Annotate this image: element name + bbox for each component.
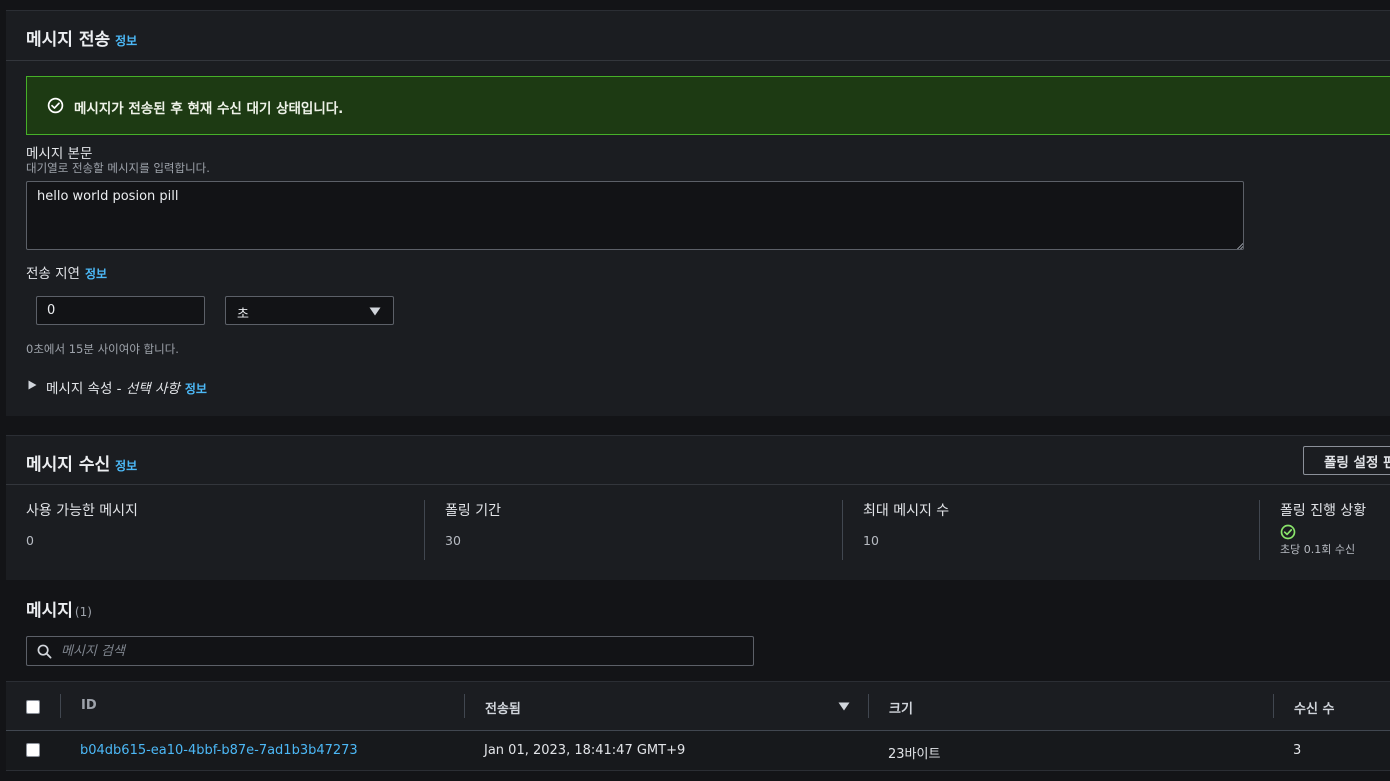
column-header-sent[interactable]: 전송됨 <box>485 698 521 717</box>
receive-panel-header: 메시지 수신 정보 폴링 설정 편 <box>6 436 1390 485</box>
row-checkbox[interactable] <box>26 743 40 757</box>
stat-polling-progress: 폴링 진행 상황 초당 0.1회 수신 <box>1280 500 1366 562</box>
send-panel-title-text: 메시지 전송 <box>26 30 111 50</box>
attributes-info-link[interactable]: 정보 <box>185 382 207 396</box>
stat-polling-duration: 폴링 기간 30 <box>445 500 501 562</box>
delivery-delay-label-text: 전송 지연 <box>26 266 80 282</box>
caret-down-icon <box>369 307 381 316</box>
column-divider <box>60 694 61 718</box>
poll-settings-button[interactable]: 폴링 설정 편 <box>1303 446 1390 475</box>
stat-label: 폴링 기간 <box>445 503 501 519</box>
message-receive-count: 3 <box>1293 743 1302 758</box>
message-search-input[interactable] <box>61 637 741 665</box>
stat-label: 최대 메시지 수 <box>863 503 950 519</box>
poll-rate-note: 초당 0.1회 수신 <box>1280 543 1356 556</box>
stat-divider <box>1259 500 1260 560</box>
delay-unit-select[interactable]: 초 <box>225 296 394 325</box>
messages-count: (1) <box>74 605 92 619</box>
receive-panel-title-text: 메시지 수신 <box>26 455 111 475</box>
message-sent-time: Jan 01, 2023, 18:41:47 GMT+9 <box>484 743 686 758</box>
send-panel-header: 메시지 전송 정보 <box>6 11 1390 61</box>
delay-unit-value: 초 <box>237 307 249 322</box>
column-divider <box>868 694 869 718</box>
textarea-resize-handle[interactable] <box>1236 242 1243 249</box>
stat-maximum-messages: 최대 메시지 수 10 <box>863 500 949 562</box>
messages-title: 메시지 (1) <box>26 596 92 621</box>
search-icon <box>37 644 52 659</box>
message-size: 23바이트 <box>888 747 941 762</box>
check-circle-icon <box>47 97 64 114</box>
flash-message: 메시지가 전송된 후 현재 수신 대기 상태입니다. <box>74 101 344 117</box>
sqs-send-receive-page: 메시지 전송 정보 메시지가 전송된 후 현재 수신 대기 상태입니다. 메시지 … <box>0 0 1390 781</box>
receive-info-link[interactable]: 정보 <box>115 459 137 473</box>
message-attributes-label: 메시지 속성 - 선택 사항 정보 <box>46 377 207 397</box>
stat-divider <box>424 500 425 560</box>
send-info-link[interactable]: 정보 <box>115 34 137 48</box>
message-body-description: 대기열로 전송할 메시지를 입력합니다. <box>26 161 210 175</box>
send-panel-title: 메시지 전송 정보 <box>26 25 137 50</box>
sort-descending-icon[interactable] <box>838 702 850 711</box>
stat-label: 폴링 진행 상황 <box>1280 503 1367 519</box>
column-divider <box>464 694 465 718</box>
delay-constraint-hint: 0초에서 15분 사이여야 합니다. <box>26 342 179 356</box>
delivery-delay-label: 전송 지연 정보 <box>26 262 107 282</box>
column-header-receive-count[interactable]: 수신 수 <box>1294 698 1334 717</box>
messages-title-text: 메시지 <box>26 601 73 621</box>
caret-right-icon <box>28 380 37 390</box>
send-message-panel: 메시지 전송 정보 메시지가 전송된 후 현재 수신 대기 상태입니다. 메시지 … <box>6 10 1390 416</box>
delivery-delay-input[interactable] <box>36 296 205 325</box>
message-body-label: 메시지 본문 <box>26 146 93 162</box>
stat-divider <box>842 500 843 560</box>
select-all-checkbox[interactable] <box>26 700 40 714</box>
message-id-link[interactable]: b04db615-ea10-4bbf-b87e-7ad1b3b47273 <box>80 743 358 758</box>
message-search-box[interactable] <box>26 636 754 666</box>
messages-table-header: ID 전송됨 크기 수신 수 <box>6 681 1390 731</box>
message-body-textarea[interactable]: hello world posion pill <box>26 181 1244 250</box>
column-header-id[interactable]: ID <box>81 698 97 713</box>
stat-label: 사용 가능한 메시지 <box>26 503 138 519</box>
success-flash-banner: 메시지가 전송된 후 현재 수신 대기 상태입니다. <box>26 76 1390 135</box>
receive-panel-title: 메시지 수신 정보 <box>26 450 137 475</box>
stat-value: 10 <box>863 533 879 548</box>
stat-value: 30 <box>445 533 461 548</box>
receive-messages-panel: 메시지 수신 정보 폴링 설정 편 사용 가능한 메시지 0 폴링 기간 30 최… <box>6 435 1390 580</box>
stat-available-messages: 사용 가능한 메시지 0 <box>26 500 138 562</box>
attributes-label-text: 메시지 속성 - <box>46 381 126 397</box>
column-divider <box>1273 694 1274 718</box>
delay-info-link[interactable]: 정보 <box>85 267 107 281</box>
attributes-optional-text: 선택 사항 <box>125 381 180 397</box>
stat-value: 0 <box>26 533 34 548</box>
column-header-size[interactable]: 크기 <box>889 698 913 717</box>
check-circle-icon <box>1280 524 1296 540</box>
table-row[interactable]: b04db615-ea10-4bbf-b87e-7ad1b3b47273 Jan… <box>6 731 1390 771</box>
